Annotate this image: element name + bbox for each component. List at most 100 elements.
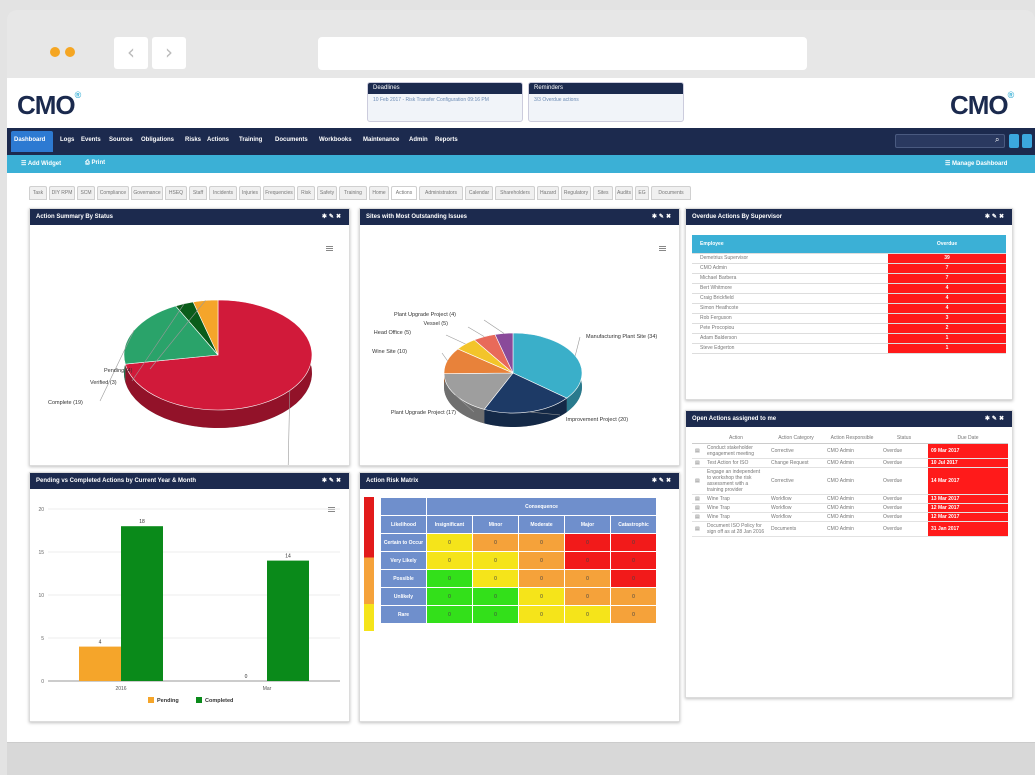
supervisor-row[interactable]: Craig Brickfield 4 [692, 293, 1006, 304]
open-action-action[interactable]: Wine Trap [704, 494, 768, 504]
nav-actions[interactable]: Actions [207, 137, 229, 143]
matrix-cell[interactable]: 0 [610, 605, 657, 624]
open-action-row[interactable]: ▤ Test Action for ISO Change Request CMO Ad… [692, 458, 1008, 468]
tab-eg[interactable]: EG [635, 186, 649, 200]
tab-audits[interactable]: Audits [615, 186, 633, 200]
tab-calendar[interactable]: Calendar [465, 186, 493, 200]
open-action-action[interactable]: Conduct stakeholder engagement meeting [704, 443, 768, 459]
window-dot-yellow[interactable] [50, 47, 60, 57]
open-action-row[interactable]: ▤ Engage an independent to workshop the r… [692, 467, 1008, 495]
tab-safety[interactable]: Safety [317, 186, 337, 200]
open-action-row[interactable]: ▤ Wine Trap Workflow CMO Admin Overdue 12 Mar… [692, 512, 1008, 522]
panel-tools-icon[interactable]: ✱✎✖ [322, 477, 343, 484]
nav-dashboard[interactable]: Dashboard [14, 137, 45, 143]
tab-incidents[interactable]: Incidents [209, 186, 237, 200]
supervisor-row[interactable]: CMO Admin 7 [692, 263, 1006, 274]
tab-documents[interactable]: Documents [651, 186, 691, 200]
tab-diy-rpm[interactable]: DIY RPM [49, 186, 75, 200]
bar-completed[interactable] [121, 526, 163, 681]
edit-action-icon[interactable]: ▤ [692, 521, 704, 537]
supervisor-row[interactable]: Rob Ferguson 3 [692, 313, 1006, 324]
panel-tools-icon[interactable]: ✱✎✖ [985, 213, 1006, 220]
open-action-action[interactable]: Wine Trap [704, 503, 768, 513]
col-due-date[interactable]: Due Date [928, 433, 1008, 444]
matrix-cell[interactable]: 0 [610, 569, 657, 588]
tab-governance[interactable]: Governance [131, 186, 163, 200]
edit-action-icon[interactable]: ▤ [692, 494, 704, 504]
matrix-cell[interactable]: 0 [564, 551, 611, 570]
supervisor-row[interactable]: Steve Edgerton 1 [692, 343, 1006, 354]
matrix-cell[interactable]: 0 [426, 533, 473, 552]
nav-maintenance[interactable]: Maintenance [363, 137, 399, 143]
reminders-body[interactable]: 3/3 Overdue actions [529, 94, 683, 107]
col-action[interactable]: Action [704, 433, 768, 444]
reminders-notice[interactable]: Reminders 3/3 Overdue actions [528, 82, 684, 122]
panel-tools-icon[interactable]: ✱✎✖ [652, 477, 673, 484]
bar-pending[interactable] [79, 646, 121, 681]
address-bar[interactable] [318, 37, 807, 70]
matrix-cell[interactable]: 0 [426, 551, 473, 570]
col-category[interactable]: Action Category [768, 433, 824, 444]
panel-tools-icon[interactable]: ✱✎✖ [985, 415, 1006, 422]
tab-hseq[interactable]: HSEQ [165, 186, 187, 200]
tab-training[interactable]: Training [339, 186, 367, 200]
nav-workbooks[interactable]: Workbooks [319, 137, 352, 143]
nav-sources[interactable]: Sources [109, 137, 133, 143]
supervisor-row[interactable]: Demetrius Supervisor 39 [692, 253, 1006, 264]
tab-sites[interactable]: Sites [593, 186, 613, 200]
nav-training[interactable]: Training [239, 137, 262, 143]
tab-home[interactable]: Home [369, 186, 389, 200]
panel-tools-icon[interactable]: ✱✎✖ [322, 213, 343, 220]
matrix-cell[interactable]: 0 [472, 587, 519, 606]
matrix-cell[interactable]: 0 [610, 551, 657, 570]
matrix-cell[interactable]: 0 [518, 551, 565, 570]
nav-events[interactable]: Events [81, 137, 101, 143]
legend-label[interactable]: Completed [205, 698, 233, 704]
supervisor-col-employee[interactable]: Employee [692, 235, 888, 254]
nav-obligations[interactable]: Obligations [141, 137, 174, 143]
col-responsible[interactable]: Action Responsible [824, 433, 880, 444]
open-action-action[interactable]: Wine Trap [704, 512, 768, 522]
back-button[interactable]: ‹ [114, 37, 148, 69]
matrix-cell[interactable]: 0 [564, 605, 611, 624]
deadlines-body[interactable]: 10 Feb 2017 - Risk Transfer Configuratio… [368, 94, 522, 107]
user-button[interactable] [1009, 134, 1019, 148]
matrix-cell[interactable]: 0 [610, 587, 657, 606]
supervisor-row[interactable]: Simon Heathcote 4 [692, 303, 1006, 314]
add-widget-button[interactable]: ☰ Add Widget [21, 160, 61, 167]
tab-administrators[interactable]: Administrators [419, 186, 463, 200]
matrix-cell[interactable]: 0 [564, 533, 611, 552]
supervisor-col-overdue[interactable]: Overdue [888, 235, 1006, 254]
edit-action-icon[interactable]: ▤ [692, 503, 704, 513]
supervisor-row[interactable]: Bert Whitmore 4 [692, 283, 1006, 294]
tab-regulatory[interactable]: Regulatory [561, 186, 591, 200]
tab-compliance[interactable]: Compliance [97, 186, 129, 200]
search-icon[interactable]: ⌕ [995, 135, 999, 145]
tab-frequencies[interactable]: Frequencies [263, 186, 295, 200]
open-action-row[interactable]: ▤ Wine Trap Workflow CMO Admin Overdue 12 Mar… [692, 503, 1008, 513]
matrix-cell[interactable]: 0 [564, 587, 611, 606]
matrix-cell[interactable]: 0 [472, 551, 519, 570]
edit-action-icon[interactable]: ▤ [692, 467, 704, 495]
col-status[interactable]: Status [880, 433, 928, 444]
tab-actions[interactable]: Actions [391, 186, 417, 200]
tab-shareholders[interactable]: Shareholders [495, 186, 535, 200]
matrix-cell[interactable]: 0 [564, 569, 611, 588]
matrix-cell[interactable]: 0 [472, 569, 519, 588]
nav-reports[interactable]: Reports [435, 137, 458, 143]
cmo-logo-left[interactable]: CMO® [17, 90, 81, 121]
edit-action-icon[interactable]: ▤ [692, 443, 704, 459]
open-action-row[interactable]: ▤ Wine Trap Workflow CMO Admin Overdue 13 Mar… [692, 494, 1008, 504]
edit-action-icon[interactable]: ▤ [692, 458, 704, 468]
matrix-cell[interactable]: 0 [518, 569, 565, 588]
matrix-cell[interactable]: 0 [472, 533, 519, 552]
matrix-cell[interactable]: 0 [518, 605, 565, 624]
matrix-cell[interactable]: 0 [610, 533, 657, 552]
nav-documents[interactable]: Documents [275, 137, 308, 143]
nav-risks[interactable]: Risks [185, 137, 201, 143]
tab-task[interactable]: Task [29, 186, 47, 200]
supervisor-row[interactable]: Michael Barbera 7 [692, 273, 1006, 284]
supervisor-row[interactable]: Pete Procopiou 2 [692, 323, 1006, 334]
nav-logs[interactable]: Logs [60, 137, 74, 143]
supervisor-row[interactable]: Adam Balderson 1 [692, 333, 1006, 344]
